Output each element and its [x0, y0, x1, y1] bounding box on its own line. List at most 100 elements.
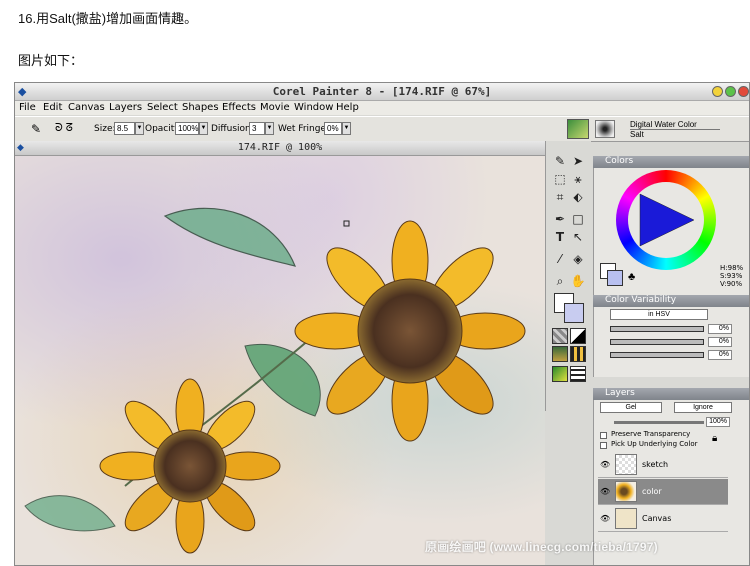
step-text: 16.用Salt(撒盐)增加画面情趣。: [18, 11, 198, 26]
crop-tool-icon[interactable]: ⌗: [552, 189, 568, 205]
menu-effects[interactable]: Effects: [222, 102, 256, 113]
hue-variability-value[interactable]: 0%: [708, 324, 732, 334]
hue-ring[interactable]: [616, 170, 716, 270]
size-field[interactable]: 8.5: [114, 122, 135, 135]
composite-depth-select[interactable]: Ignore: [674, 402, 732, 413]
layer-opacity-slider[interactable]: [614, 421, 704, 424]
eye-icon[interactable]: 👁︎: [600, 460, 610, 470]
hsv-s: S:93%: [720, 272, 743, 280]
minimize-icon[interactable]: [712, 86, 723, 97]
painter-window: ◆ Corel Painter 8 - [174.RIF @ 67%] File…: [14, 82, 750, 566]
pick-up-underlying-label: Pick Up Underlying Color: [611, 440, 698, 448]
clone-color-icon[interactable]: ♣: [628, 271, 635, 283]
size-label: Size:: [94, 124, 116, 134]
dropper-tool-icon[interactable]: ⁄: [552, 251, 568, 267]
painting-canvas[interactable]: [15, 156, 545, 565]
menu-file[interactable]: File: [19, 102, 36, 113]
secondary-color-chip[interactable]: [607, 270, 623, 286]
diffusion-field[interactable]: 3: [249, 122, 265, 135]
text-tool-icon[interactable]: T: [552, 229, 568, 245]
menu-bar: File Edit Canvas Layers Select Shapes Ef…: [15, 101, 749, 115]
eye-icon[interactable]: 👁︎: [600, 514, 610, 524]
color-variability-header[interactable]: Color Variability: [593, 295, 749, 307]
brush-tool-icon[interactable]: ✎: [552, 153, 568, 169]
window-title: Corel Painter 8 - [174.RIF @ 67%]: [272, 85, 492, 98]
saturation-variability-slider[interactable]: [610, 339, 704, 345]
brush-icon[interactable]: ✎: [31, 122, 41, 136]
colors-panel-header[interactable]: Colors: [593, 156, 749, 168]
menu-movie[interactable]: Movie: [260, 102, 290, 113]
maximize-icon[interactable]: [725, 86, 736, 97]
variability-mode-select[interactable]: in HSV: [610, 309, 708, 320]
menu-edit[interactable]: Edit: [43, 102, 62, 113]
opacity-dropdown-icon[interactable]: ▼: [199, 122, 208, 135]
menu-shapes[interactable]: Shapes: [182, 102, 219, 113]
colors-panel: ♣ H:98% S:93% V:90%: [593, 168, 749, 295]
caption-text: 图片如下：: [18, 53, 84, 68]
pen-tool-icon[interactable]: ✒: [552, 211, 568, 227]
colors-panel-title: Colors: [605, 156, 634, 166]
magnifier-tool-icon[interactable]: ⌕: [552, 273, 568, 289]
paint-bucket-tool-icon[interactable]: ◈: [570, 251, 586, 267]
menu-window[interactable]: Window: [294, 102, 333, 113]
layer-thumbnail: [615, 481, 637, 502]
menu-layers[interactable]: Layers: [109, 102, 142, 113]
gradient-selector-icon[interactable]: [570, 328, 586, 344]
diffusion-dropdown-icon[interactable]: ▼: [265, 122, 274, 135]
stroke-type-icon[interactable]: ᘐ ᘔ: [55, 122, 73, 135]
preserve-transparency-checkbox[interactable]: [600, 432, 607, 439]
look-selector-icon[interactable]: [570, 366, 586, 382]
composite-method-select[interactable]: Gel: [600, 402, 662, 413]
brush-category-icon[interactable]: [567, 119, 589, 139]
preserve-transparency-label: Preserve Transparency: [611, 430, 691, 438]
eye-icon[interactable]: 👁︎: [600, 487, 610, 497]
brush-category[interactable]: Digital Water Color: [630, 120, 720, 130]
document-title-bar: ◆ 174.RIF @ 100%: [15, 141, 545, 156]
layer-thumbnail: [615, 508, 637, 529]
layer-opacity-value[interactable]: 100%: [706, 417, 730, 427]
layer-name: color: [642, 487, 662, 496]
layers-panel-title: Layers: [605, 388, 635, 398]
paper-selector-icon[interactable]: [552, 328, 568, 344]
magic-wand-tool-icon[interactable]: ⚹: [570, 171, 586, 187]
size-dropdown-icon[interactable]: ▼: [135, 122, 144, 135]
layers-panel-header[interactable]: Layers: [593, 388, 749, 400]
additional-color-swatch[interactable]: [564, 303, 584, 323]
menu-help[interactable]: Help: [336, 102, 359, 113]
nozzle-selector-icon[interactable]: [552, 366, 568, 382]
property-bar: ✎ ᘐ ᘔ Size: 8.5 ▼ Opacity: 100% ▼ Diffus…: [15, 116, 749, 142]
hue-variability-slider[interactable]: [610, 326, 704, 332]
color-variability-panel: in HSV 0% 0% 0%: [593, 307, 749, 377]
value-variability-value[interactable]: 0%: [708, 350, 732, 360]
brush-variant[interactable]: Salt: [630, 130, 720, 139]
document-title: 174.RIF @ 100%: [237, 142, 323, 153]
layer-adjuster-tool-icon[interactable]: ➤: [570, 153, 586, 169]
layer-name: Canvas: [642, 514, 672, 523]
brush-variant-icon[interactable]: [595, 120, 615, 138]
layer-name: sketch: [642, 460, 669, 469]
wet-fringe-field[interactable]: 0%: [324, 122, 342, 135]
toolbox: ✎ ➤ ⬚ ⚹ ⌗ ⬖ ✒ □ T ↖ ⁄ ◈ ⌕ ✋: [545, 141, 591, 411]
layer-row[interactable]: 👁︎ sketch: [598, 452, 728, 478]
lock-icon: 🔒︎: [712, 433, 718, 444]
shape-tool-icon[interactable]: □: [570, 211, 586, 227]
pick-up-underlying-checkbox[interactable]: [600, 442, 607, 449]
menu-select[interactable]: Select: [147, 102, 178, 113]
layer-row-selected[interactable]: 👁︎ color: [598, 479, 728, 505]
color-variability-title: Color Variability: [605, 295, 677, 305]
value-variability-slider[interactable]: [610, 352, 704, 358]
weave-selector-icon[interactable]: [570, 346, 586, 362]
saturation-value-triangle[interactable]: [628, 182, 704, 258]
transform-tool-icon[interactable]: ⬖: [570, 189, 586, 205]
menu-canvas[interactable]: Canvas: [68, 102, 105, 113]
saturation-variability-value[interactable]: 0%: [708, 337, 732, 347]
pattern-selector-icon[interactable]: [552, 346, 568, 362]
rectangle-select-tool-icon[interactable]: ⬚: [552, 171, 568, 187]
hsv-h: H:98%: [720, 264, 744, 272]
opacity-field[interactable]: 100%: [175, 122, 199, 135]
layer-row[interactable]: 👁︎ Canvas: [598, 506, 728, 532]
wet-fringe-dropdown-icon[interactable]: ▼: [342, 122, 351, 135]
close-icon[interactable]: [738, 86, 749, 97]
grabber-tool-icon[interactable]: ✋: [570, 273, 586, 289]
shape-selection-tool-icon[interactable]: ↖: [570, 229, 586, 245]
